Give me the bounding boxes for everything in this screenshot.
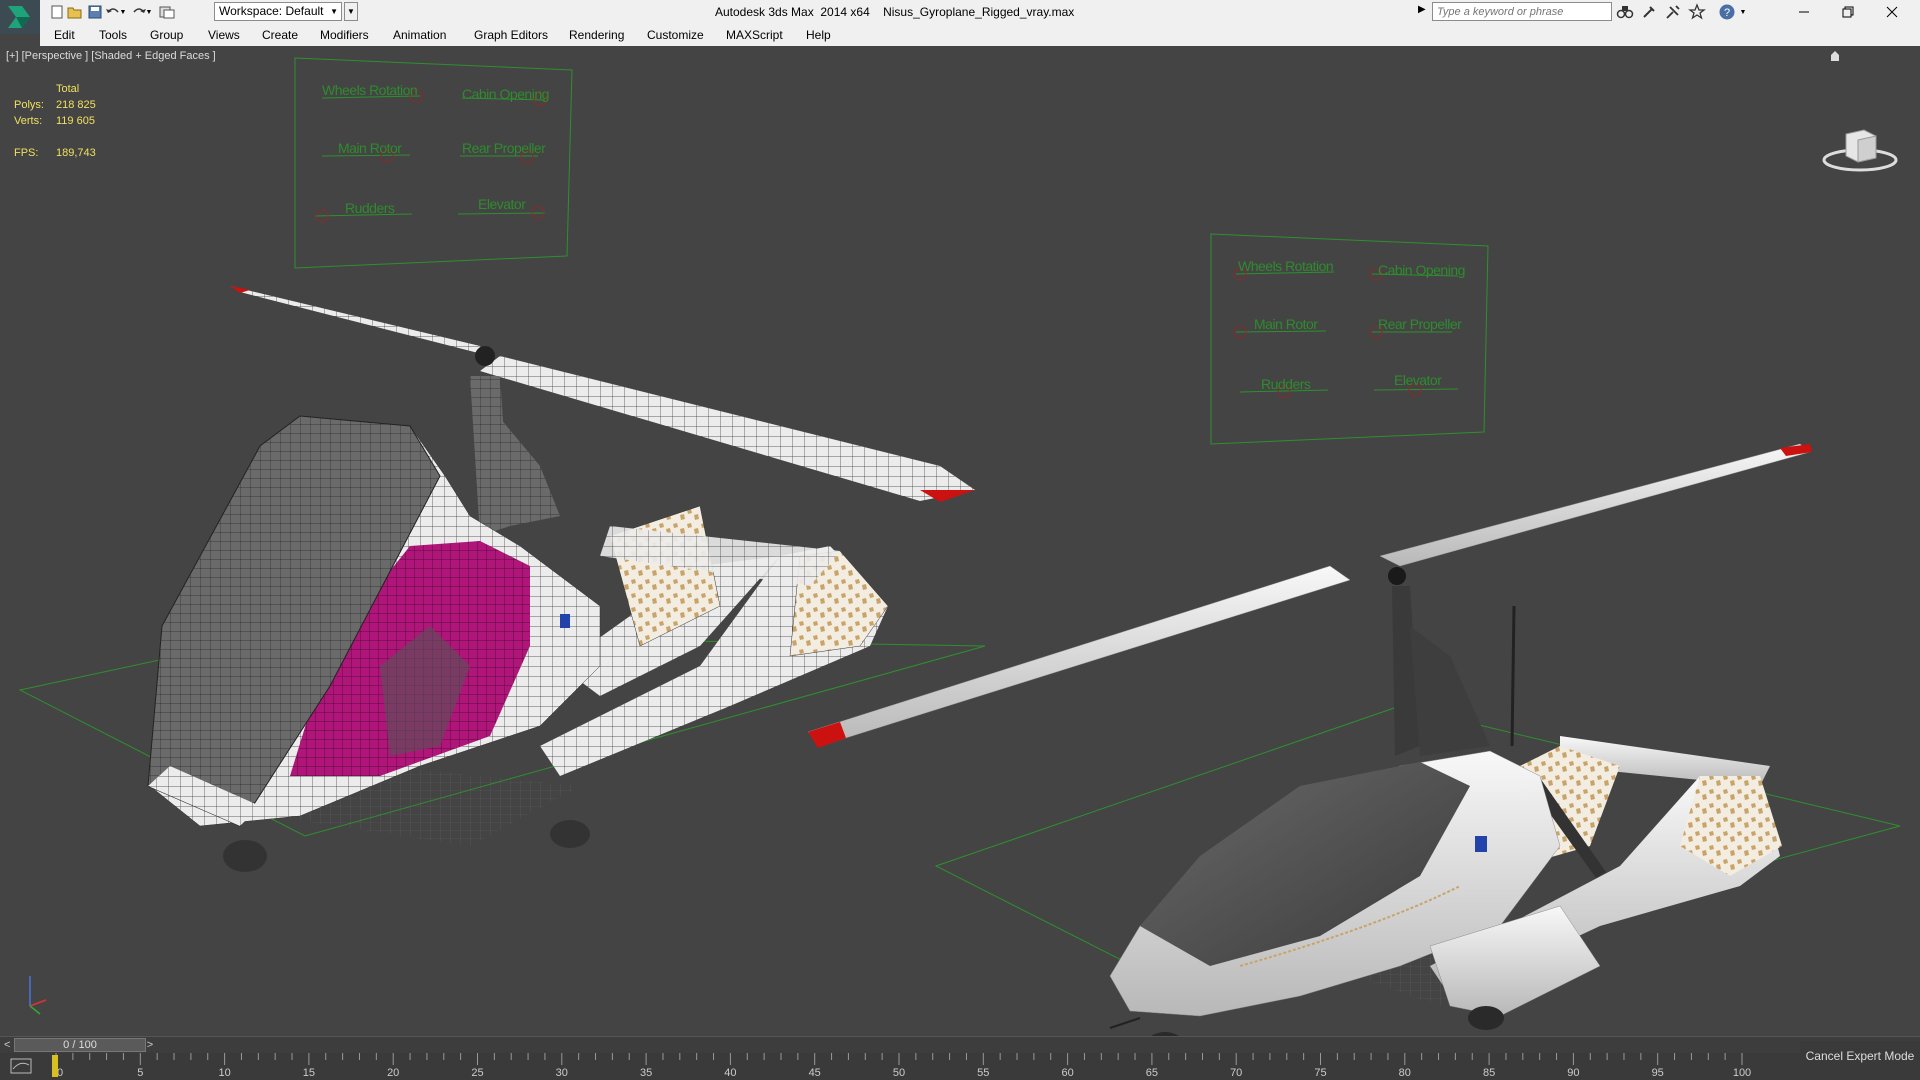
ruler-tick-label: 85 xyxy=(1482,1067,1496,1079)
menu-maxscript[interactable]: MAXScript xyxy=(726,28,783,42)
chevron-down-icon: ▼ xyxy=(330,7,338,16)
3dsmax-logo-icon xyxy=(8,6,30,28)
svg-text:?: ? xyxy=(1724,7,1730,19)
quick-access-customize-button[interactable]: ▼ xyxy=(344,2,358,21)
mini-curve-editor-icon[interactable] xyxy=(10,1057,34,1077)
menu-tools[interactable]: Tools xyxy=(99,28,127,42)
communication-center-icon[interactable] xyxy=(1664,3,1682,21)
ruler-tick-label: 60 xyxy=(1061,1067,1074,1079)
save-file-icon[interactable] xyxy=(86,3,104,21)
menu-graph-editors[interactable]: Graph Editors xyxy=(474,28,548,42)
ruler-tick-label: 55 xyxy=(977,1067,990,1079)
rear-propeller-label: Rear Propeller xyxy=(1378,316,1462,332)
cabin-opening-label: Cabin Opening xyxy=(462,86,549,102)
app-logo-button[interactable] xyxy=(0,0,40,34)
ruler-tick-label: 90 xyxy=(1567,1067,1580,1079)
axis-tripod-icon xyxy=(29,976,47,1015)
menu-create[interactable]: Create xyxy=(262,28,298,42)
time-slider[interactable]: < 0 / 100 > xyxy=(0,1036,1920,1054)
ruler-tick-label: 65 xyxy=(1145,1067,1159,1079)
workspace-dropdown[interactable]: Workspace: Default ▼ xyxy=(214,2,342,21)
subscription-center-icon[interactable] xyxy=(1640,3,1658,21)
help-icon[interactable]: ? xyxy=(1718,3,1736,21)
ruler-tick-label: 75 xyxy=(1314,1067,1327,1079)
main-rotor-label: Main Rotor xyxy=(338,140,402,156)
new-file-icon[interactable] xyxy=(48,3,66,21)
ruler-tick-label: 35 xyxy=(639,1067,653,1079)
time-slider-prev-button[interactable]: < xyxy=(4,1039,10,1051)
menu-bar: Edit Tools Group Views Create Modifiers … xyxy=(40,24,1920,46)
menu-rendering[interactable]: Rendering xyxy=(569,28,624,42)
main-rotor-label: Main Rotor xyxy=(1254,316,1318,332)
gyroplane-shaded[interactable] xyxy=(807,443,1901,1036)
title-bar: ▼ ▼ Workspace: Default ▼ ▼ Autodesk 3ds … xyxy=(0,0,1920,34)
favorites-star-icon[interactable] xyxy=(1688,3,1706,21)
ruler-tick-label: 15 xyxy=(302,1067,316,1079)
search-expand-icon[interactable]: ▶ xyxy=(1418,4,1426,15)
ruler-tick-label: 70 xyxy=(1230,1067,1243,1079)
window-title: Autodesk 3ds Max 2014 x64 Nisus_Gyroplan… xyxy=(715,5,1075,19)
gyroplane-wireframe[interactable] xyxy=(18,286,986,872)
open-file-icon[interactable] xyxy=(66,3,84,21)
elevator-label: Elevator xyxy=(1394,372,1442,388)
ruler-tick-label: 100 xyxy=(1732,1067,1752,1079)
menu-customize[interactable]: Customize xyxy=(647,28,704,42)
workspace-label: Workspace: Default xyxy=(219,4,324,18)
ruler-tick-label: 5 xyxy=(137,1067,144,1079)
time-slider-handle[interactable]: 0 / 100 xyxy=(14,1038,146,1052)
perspective-viewport[interactable]: [+] [Perspective ] [Shaded + Edged Faces… xyxy=(0,46,1920,1036)
redo-dropdown-icon[interactable]: ▼ xyxy=(144,3,154,21)
ruler-tick-label: 40 xyxy=(724,1067,737,1079)
project-folder-icon[interactable] xyxy=(158,3,176,21)
undo-dropdown-icon[interactable]: ▼ xyxy=(118,3,128,21)
elevator-label: Elevator xyxy=(478,196,526,212)
restore-icon[interactable] xyxy=(1826,0,1870,24)
ruler-tick-label: 80 xyxy=(1398,1067,1411,1079)
ruler-tick-label: 50 xyxy=(892,1067,906,1079)
track-bar[interactable]: 0 5 10 15 20 25 30 35 40 45 50 55 60 65 70 75 80 85 90 95 10… xyxy=(0,1053,1920,1080)
menu-help[interactable]: Help xyxy=(806,28,831,42)
wheels-rotation-label: Wheels Rotation xyxy=(322,82,418,98)
home-icon[interactable] xyxy=(1830,50,1840,62)
rudders-label: Rudders xyxy=(345,200,395,216)
cancel-expert-mode-button[interactable]: Cancel Expert Mode xyxy=(1800,1041,1920,1071)
ruler-tick-label: 95 xyxy=(1651,1067,1664,1079)
help-dropdown-icon[interactable]: ▼ xyxy=(1738,3,1748,21)
wheels-rotation-label: Wheels Rotation xyxy=(1238,258,1334,274)
current-frame-marker[interactable] xyxy=(52,1055,58,1077)
ruler-tick-label: 10 xyxy=(218,1067,231,1079)
menu-edit[interactable]: Edit xyxy=(54,28,75,42)
search-input[interactable] xyxy=(1432,2,1612,21)
rudders-label: Rudders xyxy=(1261,376,1311,392)
viewcube-icon[interactable] xyxy=(1820,126,1900,176)
rear-propeller-label: Rear Propeller xyxy=(462,140,546,156)
time-slider-next-button[interactable]: > xyxy=(143,1038,157,1052)
menu-modifiers[interactable]: Modifiers xyxy=(320,28,369,42)
minimize-icon[interactable] xyxy=(1782,0,1826,24)
ruler-tick-label: 30 xyxy=(555,1067,568,1079)
binoculars-icon[interactable] xyxy=(1616,3,1634,21)
ruler-tick-label: 25 xyxy=(471,1067,484,1079)
close-icon[interactable] xyxy=(1870,0,1914,24)
scene-canvas[interactable] xyxy=(0,46,1920,1036)
ruler-tick-label: 20 xyxy=(387,1067,400,1079)
menu-views[interactable]: Views xyxy=(208,28,240,42)
menu-animation[interactable]: Animation xyxy=(393,28,446,42)
menu-group[interactable]: Group xyxy=(150,28,183,42)
ruler-tick-label: 45 xyxy=(808,1067,821,1079)
cabin-opening-label: Cabin Opening xyxy=(1378,262,1465,278)
